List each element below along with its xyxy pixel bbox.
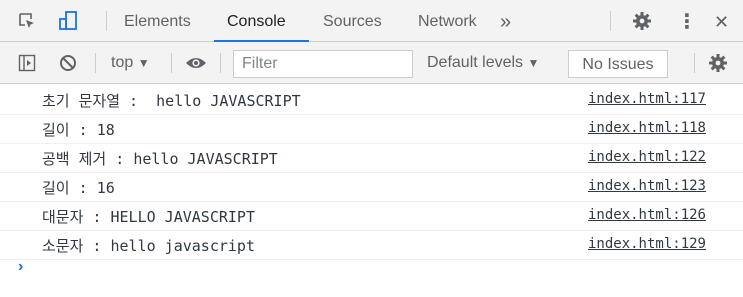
chevron-down-icon: ▼ bbox=[137, 56, 150, 70]
console-message: 초기 문자열 : hello JAVASCRIPT index.html:117 bbox=[0, 86, 743, 115]
tab-sources[interactable]: Sources bbox=[323, 0, 382, 42]
inspect-element-icon[interactable] bbox=[16, 10, 38, 32]
source-link[interactable]: index.html:122 bbox=[588, 149, 706, 165]
kebab-menu-icon[interactable]: ⋮ bbox=[677, 0, 697, 42]
tab-console[interactable]: Console bbox=[227, 0, 286, 42]
clear-console-icon[interactable] bbox=[58, 53, 78, 73]
filter-input[interactable] bbox=[234, 51, 412, 77]
console-message: 길이 : 16 index.html:123 bbox=[0, 173, 743, 202]
tab-elements[interactable]: Elements bbox=[124, 0, 191, 42]
message-text: 길이 : 18 bbox=[42, 121, 115, 139]
message-text: 대문자 : HELLO JAVASCRIPT bbox=[42, 208, 255, 226]
more-tabs-icon[interactable]: » bbox=[500, 0, 511, 42]
chevron-down-icon: ▼ bbox=[527, 56, 540, 70]
console-message: 소문자 : hello javascript index.html:129 bbox=[0, 231, 743, 260]
console-prompt-icon[interactable]: › bbox=[18, 258, 23, 276]
source-link[interactable]: index.html:117 bbox=[588, 91, 706, 107]
sidebar-toggle-icon[interactable] bbox=[17, 53, 37, 73]
message-text: 길이 : 16 bbox=[42, 179, 115, 197]
toolbar-separator bbox=[220, 53, 221, 73]
message-text: 공백 제거 : hello JAVASCRIPT bbox=[42, 150, 278, 168]
devtools-tab-bar: Elements Console Sources Network » ⋮ ✕ bbox=[0, 0, 743, 42]
tab-separator bbox=[106, 11, 107, 31]
console-message: 공백 제거 : hello JAVASCRIPT index.html:122 bbox=[0, 144, 743, 173]
levels-label: Default levels bbox=[427, 54, 524, 71]
message-text: 소문자 : hello javascript bbox=[42, 237, 255, 255]
eye-icon[interactable] bbox=[184, 53, 208, 73]
tab-separator bbox=[610, 11, 611, 31]
source-link[interactable]: index.html:129 bbox=[588, 236, 706, 252]
tab-network[interactable]: Network bbox=[418, 0, 477, 42]
issues-button[interactable]: No Issues bbox=[568, 50, 668, 78]
console-message: 길이 : 18 index.html:118 bbox=[0, 115, 743, 144]
toolbar-separator bbox=[171, 53, 172, 73]
message-text: 초기 문자열 : hello JAVASCRIPT bbox=[42, 92, 301, 110]
source-link[interactable]: index.html:123 bbox=[588, 178, 706, 194]
source-link[interactable]: index.html:126 bbox=[588, 207, 706, 223]
context-label: top bbox=[111, 54, 134, 71]
console-message: 대문자 : HELLO JAVASCRIPT index.html:126 bbox=[0, 202, 743, 231]
toolbar-separator bbox=[694, 53, 695, 73]
device-toggle-icon[interactable] bbox=[56, 9, 80, 33]
toolbar-separator bbox=[95, 53, 96, 73]
context-selector[interactable]: top ▼ bbox=[111, 54, 150, 72]
close-icon[interactable]: ✕ bbox=[714, 0, 729, 42]
console-settings-gear-icon[interactable] bbox=[707, 52, 729, 74]
gear-icon[interactable] bbox=[631, 10, 653, 32]
filter-field[interactable] bbox=[233, 50, 413, 78]
source-link[interactable]: index.html:118 bbox=[588, 120, 706, 136]
log-levels-dropdown[interactable]: Default levels ▼ bbox=[427, 54, 539, 72]
